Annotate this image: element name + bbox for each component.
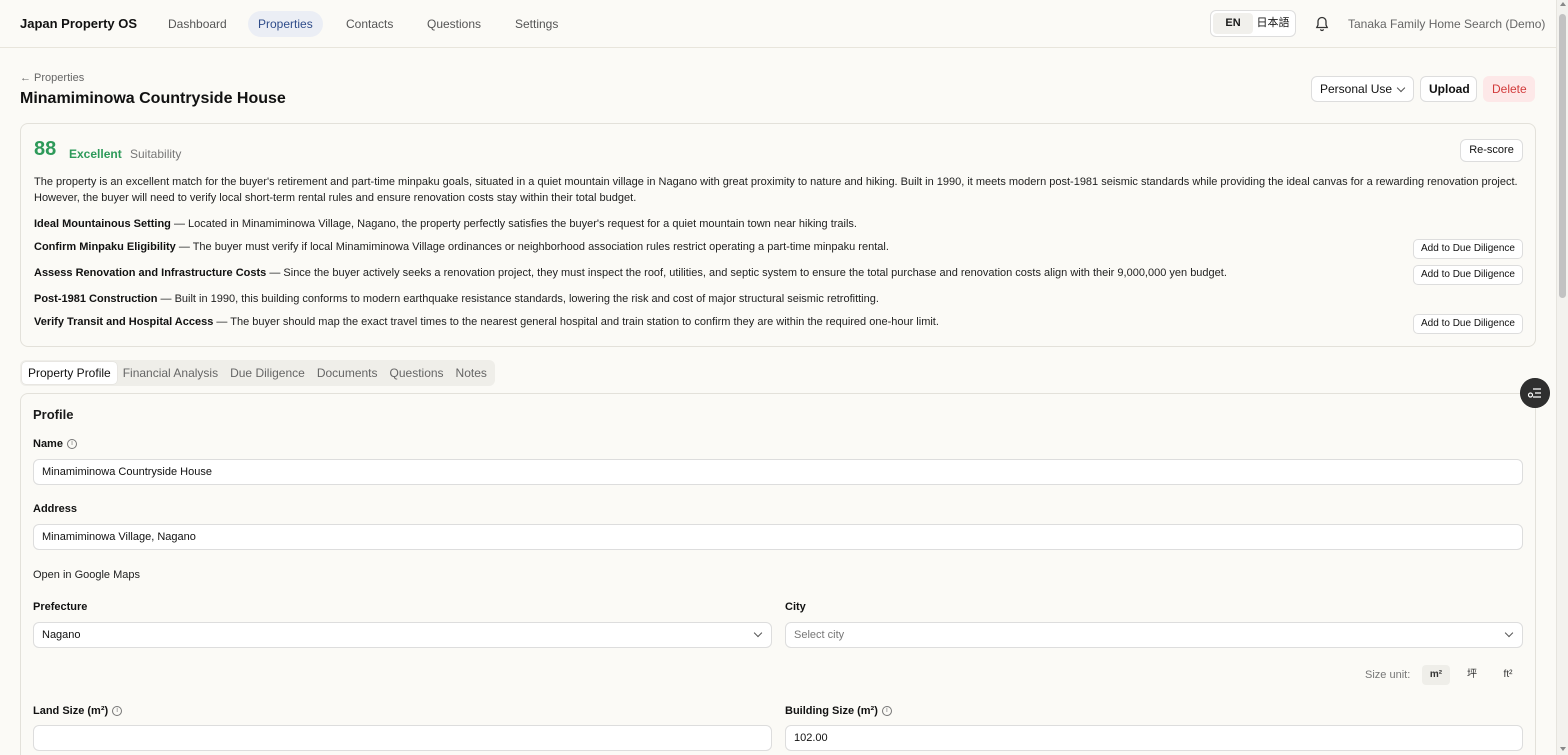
prefecture-label: Prefecture — [33, 601, 88, 613]
nav-questions[interactable]: Questions — [417, 11, 491, 37]
chevron-down-icon — [1504, 628, 1514, 638]
prefecture-value: Nagano — [42, 629, 81, 641]
open-google-maps-link[interactable]: Open in Google Maps — [33, 569, 140, 581]
use-type-value: Personal Use — [1320, 82, 1393, 96]
info-icon[interactable]: i — [881, 706, 892, 717]
scroll-down-arrow-icon[interactable] — [1560, 747, 1566, 751]
land-size-input[interactable] — [33, 725, 772, 751]
city-placeholder: Select city — [794, 629, 845, 641]
floating-menu-button[interactable] — [1520, 378, 1550, 408]
land-size-label: Land Size (m²) i — [33, 705, 123, 717]
score-summary: The property is an excellent match for t… — [34, 176, 1518, 204]
finding-item: Assess Renovation and Infrastructure Cos… — [34, 267, 1404, 279]
finding-title: Verify Transit and Hospital Access — [34, 316, 214, 328]
land-size-label-text: Land Size (m²) — [33, 705, 109, 717]
page-title: Minamiminowa Countryside House — [20, 90, 286, 107]
score-value: 88 — [34, 138, 57, 160]
building-size-input[interactable]: 102.00 — [785, 725, 1523, 751]
finding-title: Post-1981 Construction — [34, 293, 158, 305]
add-to-due-diligence-button[interactable]: Add to Due Diligence — [1413, 265, 1523, 285]
finding-text: — Since the buyer actively seeks a renov… — [266, 267, 1227, 279]
profile-panel — [20, 393, 1536, 755]
profile-section-title: Profile — [33, 407, 74, 422]
back-to-properties-link[interactable]: ← Properties — [20, 72, 84, 84]
finding-text: — Built in 1990, this building conforms … — [157, 293, 879, 305]
size-unit-tsubo-button[interactable]: 坪 — [1458, 665, 1486, 685]
tab-notes[interactable]: Notes — [450, 362, 493, 384]
nav-settings[interactable]: Settings — [505, 11, 568, 37]
name-label-text: Name — [33, 438, 63, 450]
tab-financial-analysis[interactable]: Financial Analysis — [117, 362, 224, 384]
city-select[interactable]: Select city — [785, 622, 1523, 648]
city-label: City — [785, 601, 806, 613]
prefecture-select[interactable]: Nagano — [33, 622, 772, 648]
size-unit-label: Size unit: — [1365, 669, 1411, 681]
finding-text: — The buyer should map the exact travel … — [213, 316, 939, 328]
tab-property-profile[interactable]: Property Profile — [22, 362, 117, 384]
building-size-label: Building Size (m²) i — [785, 705, 892, 717]
nav-dashboard[interactable]: Dashboard — [158, 11, 237, 37]
name-input[interactable]: Minamiminowa Countryside House — [33, 459, 1523, 485]
page-scrollbar[interactable] — [1556, 0, 1568, 755]
tab-documents[interactable]: Documents — [311, 362, 384, 384]
upload-button[interactable]: Upload — [1420, 76, 1477, 102]
finding-title: Ideal Mountainous Setting — [34, 218, 171, 230]
size-unit-m2-button[interactable]: m² — [1422, 665, 1450, 685]
finding-item: Ideal Mountainous Setting — Located in M… — [34, 218, 1404, 230]
finding-title: Assess Renovation and Infrastructure Cos… — [34, 267, 267, 279]
top-nav: Japan Property OS Dashboard Properties C… — [0, 0, 1556, 48]
finding-text: — Located in Minamiminowa Village, Nagan… — [170, 218, 857, 230]
bell-icon[interactable] — [1315, 16, 1329, 32]
chevron-down-icon — [1396, 83, 1406, 93]
info-icon[interactable]: i — [66, 439, 77, 450]
tab-due-diligence[interactable]: Due Diligence — [224, 362, 311, 384]
chevron-down-icon — [753, 628, 763, 638]
suitability-score-card: 88 Excellent Suitability Re-score The pr… — [20, 123, 1536, 347]
use-type-select[interactable]: Personal Use — [1311, 76, 1414, 102]
score-rating: Excellent — [69, 147, 122, 161]
scroll-thumb[interactable] — [1559, 14, 1566, 298]
info-icon[interactable]: i — [112, 706, 123, 717]
name-label: Name i — [33, 438, 77, 450]
app-brand[interactable]: Japan Property OS — [20, 16, 137, 31]
finding-text: — The buyer must verify if local Minamim… — [175, 241, 889, 253]
rescore-button[interactable]: Re-score — [1460, 139, 1523, 162]
tab-questions[interactable]: Questions — [384, 362, 450, 384]
delete-button[interactable]: Delete — [1483, 76, 1535, 102]
score-type: Suitability — [130, 147, 182, 161]
nav-contacts[interactable]: Contacts — [336, 11, 403, 37]
building-size-label-text: Building Size (m²) — [785, 705, 878, 717]
language-toggle: EN 日本語 — [1210, 10, 1296, 37]
lang-ja-button[interactable]: 日本語 — [1253, 13, 1293, 34]
address-label: Address — [33, 503, 78, 515]
size-unit-ft2-button[interactable]: ft² — [1494, 665, 1522, 685]
lang-en-button[interactable]: EN — [1213, 13, 1253, 34]
finding-title: Confirm Minpaku Eligibility — [34, 241, 176, 253]
account-name[interactable]: Tanaka Family Home Search (Demo) — [1348, 17, 1545, 31]
finding-item: Verify Transit and Hospital Access — The… — [34, 316, 1404, 328]
add-to-due-diligence-button[interactable]: Add to Due Diligence — [1413, 314, 1523, 334]
add-to-due-diligence-button[interactable]: Add to Due Diligence — [1413, 239, 1523, 259]
address-input[interactable]: Minamiminowa Village, Nagano — [33, 524, 1523, 550]
property-tabs: Property Profile Financial Analysis Due … — [20, 360, 495, 386]
scroll-up-arrow-icon[interactable] — [1560, 2, 1566, 6]
nav-properties[interactable]: Properties — [248, 11, 323, 37]
finding-item: Post-1981 Construction — Built in 1990, … — [34, 293, 1404, 305]
finding-item: Confirm Minpaku Eligibility — The buyer … — [34, 241, 1404, 253]
